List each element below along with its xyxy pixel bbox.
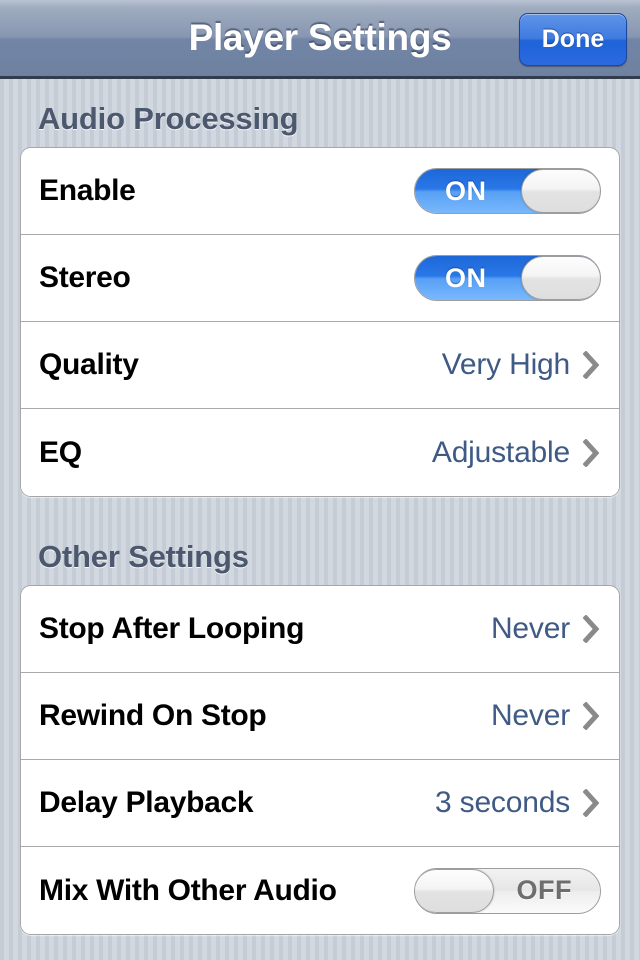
row-label-stereo: Stereo	[39, 261, 131, 294]
row-label-enable: Enable	[39, 174, 136, 207]
row-enable[interactable]: Enable ON	[21, 148, 619, 235]
row-rewind-on-stop[interactable]: Rewind On Stop Never	[21, 673, 619, 760]
row-control-mix-with-other-audio: OFF	[414, 867, 601, 914]
toggle-knob	[521, 169, 600, 213]
row-mix-with-other-audio[interactable]: Mix With Other Audio OFF	[21, 847, 619, 934]
row-label-eq: EQ	[39, 435, 82, 469]
row-control-stereo: ON	[414, 255, 601, 301]
row-value-rewind-on-stop: Never	[490, 699, 570, 732]
row-label-delay-playback: Delay Playback	[39, 786, 254, 819]
row-value-eq: Adjustable	[431, 435, 570, 469]
done-button[interactable]: Done	[519, 13, 627, 66]
toggle-enable[interactable]: ON	[414, 168, 601, 214]
row-label-rewind-on-stop: Rewind On Stop	[39, 699, 267, 732]
row-delay-playback[interactable]: Delay Playback 3 seconds	[21, 760, 619, 847]
row-value-quality: Very High	[441, 348, 570, 381]
row-stop-after-looping[interactable]: Stop After Looping Never	[21, 586, 619, 673]
toggle-state-label: OFF	[516, 875, 572, 905]
settings-group-other-settings: Stop After Looping Never Rewind On Stop …	[20, 585, 620, 935]
chevron-right-icon	[583, 702, 600, 730]
row-label-quality: Quality	[39, 348, 139, 381]
row-quality[interactable]: Quality Very High	[21, 322, 619, 409]
row-control-stop-after-looping: Never	[491, 612, 601, 646]
toggle-state-label: ON	[445, 262, 487, 293]
section-header-other-settings: Other Settings	[38, 539, 249, 574]
toggle-state-label: ON	[445, 175, 487, 206]
row-label-stop-after-looping: Stop After Looping	[39, 612, 305, 645]
row-value-stop-after-looping: Never	[490, 612, 570, 645]
row-control-rewind-on-stop: Never	[491, 699, 601, 733]
chevron-right-icon	[583, 789, 600, 817]
row-value-delay-playback: 3 seconds	[435, 786, 570, 819]
chevron-right-icon	[583, 351, 600, 379]
row-control-delay-playback: 3 seconds	[435, 786, 601, 820]
toggle-stereo[interactable]: ON	[414, 255, 601, 301]
toggle-knob	[521, 256, 600, 300]
toggle-mix-with-other-audio[interactable]: OFF	[414, 867, 601, 914]
chevron-right-icon	[583, 615, 600, 643]
done-button-label: Done	[541, 25, 605, 53]
settings-group-audio-processing: Enable ON Stereo ON Quality Very High EQ…	[20, 147, 620, 497]
navigation-bar: Player Settings Done	[0, 0, 640, 79]
row-control-quality: Very High	[442, 348, 601, 382]
row-stereo[interactable]: Stereo ON	[21, 235, 619, 322]
row-eq[interactable]: EQ Adjustable	[21, 409, 619, 496]
page-title: Player Settings	[188, 17, 452, 58]
row-control-enable: ON	[414, 168, 601, 214]
chevron-right-icon	[583, 438, 600, 467]
row-label-mix-with-other-audio: Mix With Other Audio	[39, 873, 337, 907]
toggle-knob	[415, 868, 494, 913]
row-control-eq: Adjustable	[432, 436, 601, 470]
settings-content: Audio Processing Enable ON Stereo ON Qua…	[0, 101, 640, 935]
section-header-audio-processing: Audio Processing	[38, 101, 299, 136]
